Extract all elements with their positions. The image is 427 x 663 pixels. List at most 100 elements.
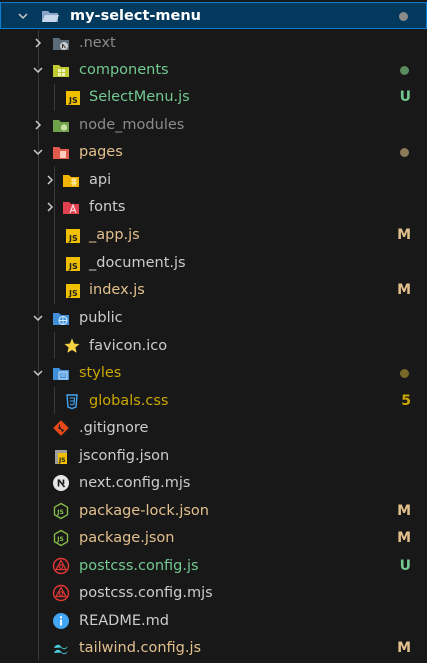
tree-item-postcss-config-js-file[interactable]: postcss.config.js U	[0, 553, 427, 580]
tree-item-label: components	[79, 62, 169, 78]
tree-item-label: .next	[79, 35, 116, 51]
pages-folder-icon	[52, 144, 70, 162]
status-dot	[399, 12, 408, 21]
js-file-icon: JS	[64, 255, 82, 273]
tree-item-label: fonts	[89, 199, 126, 215]
tree-item-label: api	[89, 172, 112, 188]
css-file-icon	[63, 392, 81, 410]
tree-item-label: postcss.config.js	[79, 558, 199, 574]
chevron-down-icon	[30, 144, 46, 160]
root-label: my-select-menu	[70, 8, 201, 24]
git-status-badge: M	[397, 503, 411, 519]
svg-text:JS: JS	[58, 457, 66, 464]
tree-item-public-folder[interactable]: public	[0, 305, 427, 332]
chevron-down-icon	[30, 310, 46, 326]
tree-item-label: .gitignore	[79, 420, 149, 436]
tree-item-index-file[interactable]: JS index.js M	[0, 277, 427, 304]
chevron-down-icon	[30, 62, 46, 78]
tree-item-label: styles	[79, 365, 122, 381]
tailwind-icon	[52, 640, 70, 658]
tree-item-label: _app.js	[89, 227, 140, 243]
svg-text:JS: JS	[56, 536, 64, 543]
star-icon	[63, 337, 81, 355]
svg-text:JS: JS	[56, 509, 64, 516]
status-dot	[400, 369, 409, 378]
components-folder-icon	[52, 62, 70, 80]
status-dot	[400, 66, 409, 75]
tree-item-label: pages	[79, 144, 123, 160]
tree-item-label: tailwind.config.js	[79, 640, 202, 656]
tree-item-label: globals.css	[89, 393, 169, 409]
api-folder-icon	[62, 172, 80, 190]
tree-item-fonts-folder[interactable]: fonts	[0, 194, 427, 221]
tree-item-selectmenu-file[interactable]: JS SelectMenu.js U	[0, 84, 427, 111]
tree-item-favicon-file[interactable]: favicon.ico	[0, 333, 427, 360]
public-folder-icon	[52, 310, 70, 328]
tree-item-label: next.config.mjs	[79, 475, 191, 491]
tree-item-jsconfig-file[interactable]: JS jsconfig.json	[0, 443, 427, 470]
chevron-down-icon	[30, 365, 46, 381]
node-file-icon: JS	[52, 502, 70, 520]
js-file-icon: JS	[64, 227, 82, 245]
svg-text:JS: JS	[68, 234, 78, 243]
tree-item-readme-file[interactable]: README.md	[0, 608, 427, 635]
git-status-badge: U	[399, 558, 411, 574]
tree-item-label: node_modules	[79, 117, 185, 133]
chevron-right-icon	[30, 35, 46, 51]
tree-item-next-folder[interactable]: .next	[0, 30, 427, 57]
tree-item-components-folder[interactable]: components	[0, 57, 427, 84]
tree-item-label: package-lock.json	[79, 503, 209, 519]
svg-text:JS: JS	[68, 96, 78, 105]
json-file-icon: JS	[52, 448, 70, 466]
postcss-icon	[52, 584, 70, 602]
js-file-icon: JS	[64, 89, 82, 107]
git-status-badge: M	[397, 227, 411, 243]
styles-folder-icon	[52, 365, 70, 383]
problems-count-badge: 5	[401, 393, 411, 409]
tree-item-next-config-file[interactable]: next.config.mjs	[0, 470, 427, 497]
tree-item-label: favicon.ico	[89, 338, 168, 354]
tree-item-label: public	[79, 310, 123, 326]
tree-item-label: README.md	[79, 613, 169, 629]
tree-item-label: index.js	[89, 282, 145, 298]
tree-root-folder[interactable]: my-select-menu	[0, 2, 427, 29]
tree-item-styles-folder[interactable]: styles	[0, 360, 427, 387]
chevron-right-icon	[42, 172, 58, 188]
node-file-icon: JS	[52, 529, 70, 547]
info-icon	[52, 612, 70, 630]
tree-item-tailwind-config-file[interactable]: tailwind.config.js M	[0, 635, 427, 662]
chevron-right-icon	[42, 199, 58, 215]
tree-item-node-modules-folder[interactable]: node_modules	[0, 112, 427, 139]
git-icon	[52, 419, 70, 437]
node-folder-icon	[52, 117, 70, 135]
tree-item-globals-css-file[interactable]: globals.css 5	[0, 388, 427, 415]
next-folder-icon	[52, 35, 70, 53]
git-status-badge: U	[399, 89, 411, 105]
tree-item-package-file[interactable]: JS package.json M	[0, 525, 427, 552]
file-explorer: my-select-menu .next components JS Selec…	[0, 0, 427, 663]
status-dot	[400, 148, 409, 157]
folder-open-icon	[41, 7, 59, 25]
js-file-icon: JS	[64, 282, 82, 300]
tree-item-package-lock-file[interactable]: JS package-lock.json M	[0, 498, 427, 525]
tree-item-app-file[interactable]: JS _app.js M	[0, 222, 427, 249]
nextjs-icon	[52, 474, 70, 492]
tree-item-label: jsconfig.json	[79, 448, 170, 464]
tree-item-label: SelectMenu.js	[89, 89, 190, 105]
fonts-folder-icon	[62, 199, 80, 217]
tree-item-api-folder[interactable]: api	[0, 167, 427, 194]
git-status-badge: M	[397, 640, 411, 656]
tree-item-label: package.json	[79, 530, 175, 546]
svg-text:JS: JS	[68, 262, 78, 271]
git-status-badge: M	[397, 282, 411, 298]
tree-item-postcss-config-mjs-file[interactable]: postcss.config.mjs	[0, 580, 427, 607]
tree-item-label: postcss.config.mjs	[79, 585, 213, 601]
chevron-right-icon	[30, 117, 46, 133]
tree-item-document-file[interactable]: JS _document.js	[0, 250, 427, 277]
tree-item-gitignore-file[interactable]: .gitignore	[0, 415, 427, 442]
tree-item-pages-folder[interactable]: pages	[0, 139, 427, 166]
chevron-down-icon	[15, 8, 31, 24]
svg-text:JS: JS	[68, 289, 78, 298]
postcss-icon	[52, 557, 70, 575]
git-status-badge: M	[397, 530, 411, 546]
